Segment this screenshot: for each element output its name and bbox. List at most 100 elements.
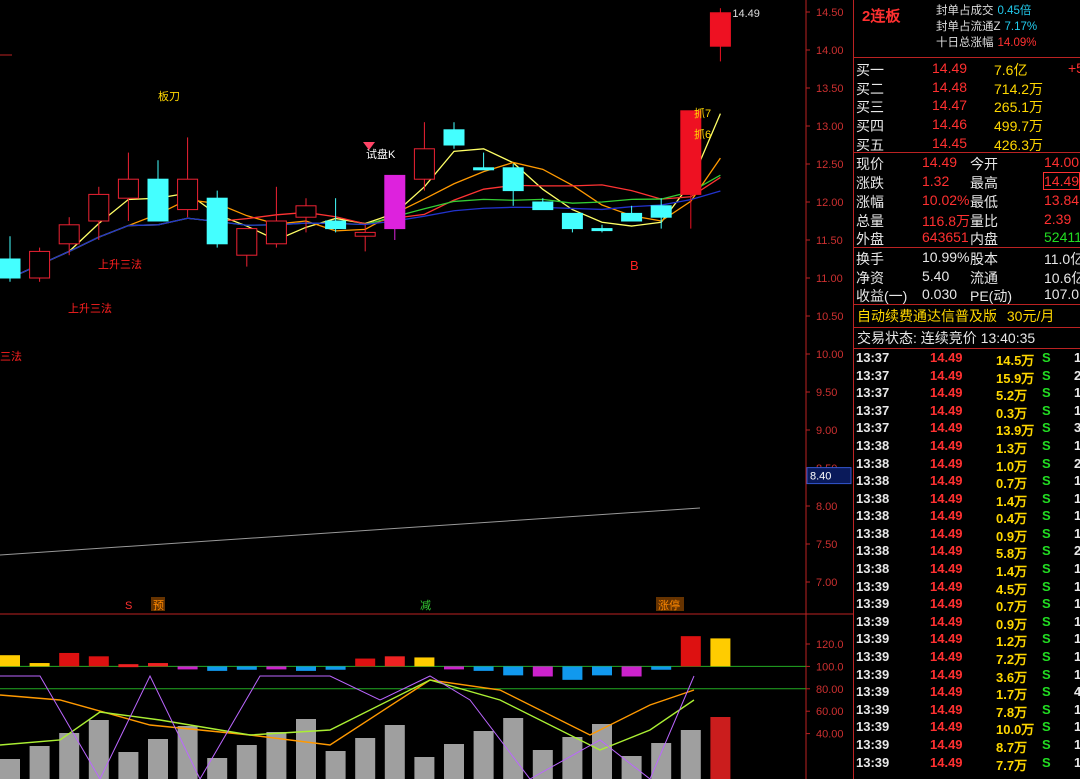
price-tick-label: 12.00 — [816, 197, 844, 209]
trade-row[interactable]: 13:3914.491.2万S1 — [854, 630, 1080, 649]
promo-text: 自动续费通达信普及版 — [857, 307, 997, 324]
trade-price: 14.49 — [930, 385, 963, 401]
indicator-bar — [118, 664, 139, 668]
candle-body — [384, 174, 406, 230]
trade-ticks[interactable]: 13:3714.4914.5万S113:3714.4915.9万S213:371… — [854, 349, 1080, 773]
kline-chart[interactable]: 14.50 14.00 13.50 13.00 12.50 12.00 11.50 11.00… — [0, 0, 853, 779]
indicator-bar — [710, 638, 731, 667]
quote-row: 现价 14.49 今开 14.00 — [854, 153, 1080, 172]
trade-side: S — [1042, 455, 1051, 471]
indicator-bar — [503, 666, 524, 676]
promo-banner[interactable]: 自动续费通达信普及版 30元/月 — [854, 305, 1080, 328]
volume-bar — [118, 752, 139, 779]
candle-body — [709, 12, 731, 47]
quote-row: 总量 116.8万 量比 2.39 — [854, 210, 1080, 229]
trade-row[interactable]: 13:3814.495.8万S2 — [854, 542, 1080, 561]
trade-time: 13:37 — [856, 367, 890, 383]
bid-row[interactable]: 买二 14.48 714.2万 — [854, 78, 1080, 97]
bid-price: 14.46 — [932, 116, 968, 133]
trade-row[interactable]: 13:3714.4913.9万S3 — [854, 419, 1080, 438]
trade-row[interactable]: 13:3814.490.9万S1 — [854, 525, 1080, 544]
trade-row[interactable]: 13:3914.4910.0万S1 — [854, 718, 1080, 737]
trade-row[interactable]: 13:3914.494.5万S1 — [854, 578, 1080, 597]
trade-row[interactable]: 13:3714.490.3万S1 — [854, 402, 1080, 421]
trade-row[interactable]: 13:3714.4914.5万S1 — [854, 349, 1080, 368]
fundamental-value: 107.0 — [1044, 286, 1080, 303]
indicator-bar — [473, 666, 494, 671]
fundamentals: 换手10.99%股本11.0亿净资5.40流通10.6亿收益(一) 0.030 PE… — [854, 248, 1080, 305]
bid-price: 14.48 — [932, 78, 968, 95]
volume-bar — [473, 731, 494, 779]
trade-side: S — [1042, 754, 1051, 770]
bid-row[interactable]: 买三 14.47 265.1万 — [854, 96, 1080, 115]
quote-label: 内盘 — [970, 231, 998, 248]
seal-vs-volume: 封单占成交 0.45倍 — [936, 2, 1031, 18]
trade-row[interactable]: 13:39 14.49 7.7万 S 1 — [854, 754, 1080, 773]
trade-price: 14.49 — [930, 666, 963, 682]
trade-side: S — [1042, 719, 1051, 735]
trade-row[interactable]: 13:3814.491.4万S1 — [854, 560, 1080, 579]
trade-row[interactable]: 13:3914.491.7万S4 — [854, 683, 1080, 702]
trade-count: 1 — [1074, 438, 1080, 453]
trade-time: 13:39 — [856, 684, 890, 700]
price-tick-label: 9.50 — [816, 387, 837, 399]
trade-count: 1 — [1074, 403, 1080, 418]
seal-vs-float-label: 封单占流通Z — [936, 21, 1001, 33]
trade-row[interactable]: 13:3814.491.0万S2 — [854, 455, 1080, 474]
indicator-bar — [592, 666, 612, 676]
trade-time: 13:37 — [856, 385, 890, 401]
bid-row[interactable]: 买一14.497.6亿+5 — [854, 59, 1080, 78]
trade-count: 1 — [1074, 755, 1080, 770]
volume-bar — [680, 730, 701, 779]
price-tick-label: 7.50 — [816, 539, 837, 551]
trade-row[interactable]: 13:3914.497.8万S1 — [854, 701, 1080, 720]
trade-row[interactable]: 13:3714.4915.9万S2 — [854, 367, 1080, 386]
candle-body — [650, 205, 672, 218]
trade-price: 14.49 — [930, 473, 963, 489]
candle-body — [502, 167, 524, 192]
bid-row[interactable]: 买五 14.45 426.3万 — [854, 134, 1080, 153]
indicator-bar — [29, 663, 50, 667]
price-tick-label: 9.00 — [816, 425, 837, 437]
trade-row[interactable]: 13:3914.497.2万S1 — [854, 648, 1080, 667]
indicator-label: 减 — [420, 599, 431, 612]
fundamental-value: 0.030 — [922, 286, 958, 303]
promo-price: 30元/月 — [1006, 307, 1055, 324]
trade-row[interactable]: 13:3914.490.7万S1 — [854, 595, 1080, 614]
indicator-bar — [384, 656, 405, 667]
trade-time: 13:38 — [856, 473, 890, 489]
candle-body — [591, 228, 613, 232]
trade-row[interactable]: 13:3814.490.7万S1 — [854, 472, 1080, 491]
indicator-bar — [532, 666, 553, 677]
current-price-label: 8.40 — [810, 471, 831, 483]
candle-body — [561, 212, 583, 230]
seal-vs-volume-label: 封单占成交 — [936, 5, 994, 17]
trade-side: S — [1042, 367, 1051, 383]
volume-bar — [710, 717, 731, 779]
trade-count: 1 — [1074, 350, 1080, 365]
trade-row[interactable]: 13:3914.490.9万S1 — [854, 613, 1080, 632]
trade-price: 14.49 — [930, 719, 963, 735]
indicator-tick-label: 40.00 — [816, 729, 844, 741]
trade-row[interactable]: 13:3814.491.4万S1 — [854, 490, 1080, 509]
trade-row[interactable]: 13:3814.490.4万S1 — [854, 507, 1080, 526]
seal-vs-volume-value: 0.45倍 — [997, 5, 1032, 17]
volume-bar — [325, 751, 346, 779]
volume-bar — [59, 733, 80, 779]
candle-body — [532, 201, 554, 211]
trade-side: S — [1042, 525, 1051, 541]
trade-side: S — [1042, 631, 1051, 647]
trade-price: 14.49 — [930, 737, 963, 752]
trade-time: 13:39 — [856, 578, 890, 594]
bid-row[interactable]: 买四 14.46 499.7万 — [854, 115, 1080, 134]
trade-time: 13:38 — [856, 437, 890, 453]
trade-row[interactable]: 13:3714.495.2万S1 — [854, 384, 1080, 403]
chart-annotation: 上升三法 — [68, 301, 112, 315]
candle-body — [473, 167, 495, 171]
trade-row[interactable]: 13:3914.498.7万S1 — [854, 736, 1080, 755]
indicator-bar — [651, 666, 672, 670]
trade-row[interactable]: 13:3814.491.3万S1 — [854, 437, 1080, 456]
volume-bar — [651, 743, 672, 779]
trade-row[interactable]: 13:3914.493.6万S1 — [854, 666, 1080, 685]
trade-time: 13:37 — [856, 349, 890, 365]
